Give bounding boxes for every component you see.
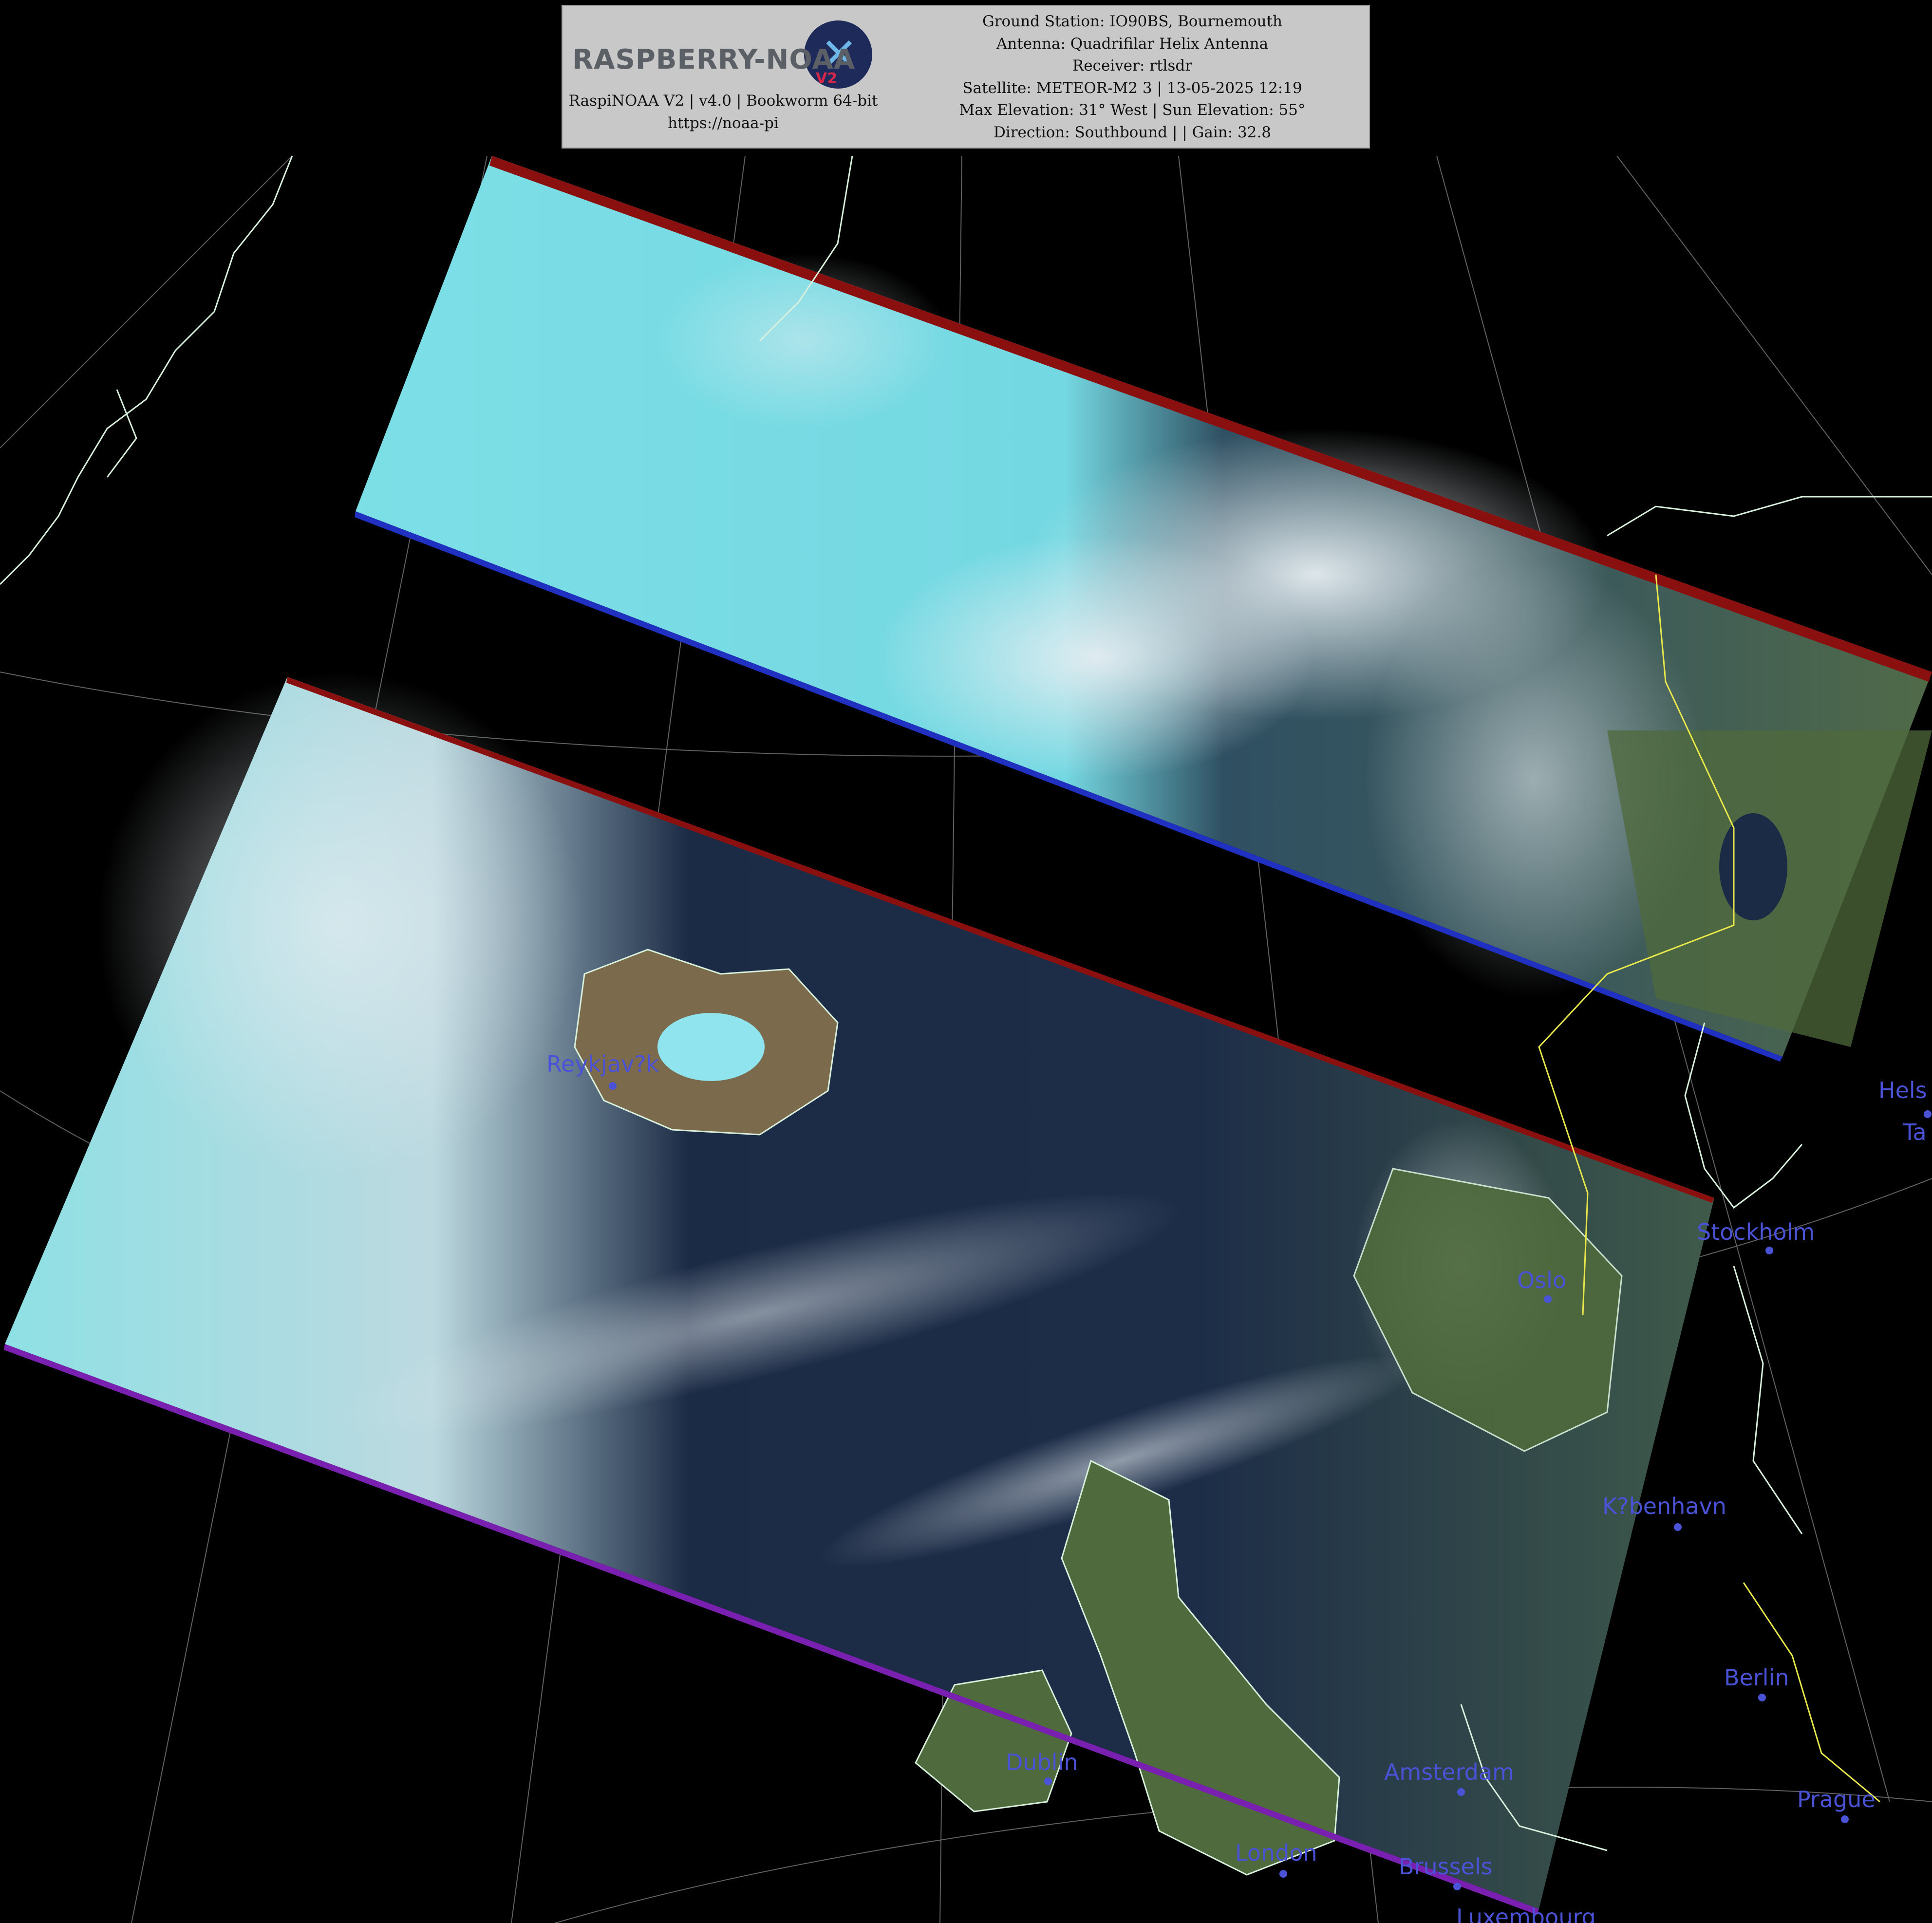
city-marker xyxy=(1841,1815,1849,1823)
receiver: Receiver: rtlsdr xyxy=(1072,57,1193,75)
city-marker xyxy=(1044,1777,1052,1785)
city-marker xyxy=(1758,1694,1766,1701)
city-label-dublin: Dublin xyxy=(1006,1749,1078,1775)
city-label-london: London xyxy=(1235,1840,1317,1866)
antenna: Antenna: Quadrifilar Helix Antenna xyxy=(996,35,1269,53)
city-marker xyxy=(1457,1788,1465,1796)
logo-text: RASPBERRY-NOAA xyxy=(572,44,856,75)
city-label-berlin: Berlin xyxy=(1724,1664,1789,1691)
city-marker xyxy=(1674,1523,1682,1531)
city-label-reykjavik: Reykjav?k xyxy=(546,1051,659,1077)
city-label-prague: Prague xyxy=(1797,1786,1876,1812)
info-banner: ✕ RASPBERRY-NOAA V2 RaspiNOAA V2 | v4.0 … xyxy=(562,5,1370,149)
software-version: RaspiNOAA V2 | v4.0 | Bookworm 64-bit xyxy=(568,92,878,110)
city-marker xyxy=(1765,1247,1773,1254)
pass-info: Ground Station: IO90BS, Bournemouth Ante… xyxy=(899,11,1366,144)
direction: Direction: Southbound | | Gain: 32.8 xyxy=(993,123,1272,141)
city-label-brussels: Brussels xyxy=(1399,1853,1493,1880)
ground-station: Ground Station: IO90BS, Bournemouth xyxy=(982,13,1283,30)
city-label-stockholm: Stockholm xyxy=(1697,1219,1815,1245)
city-marker xyxy=(1924,1110,1932,1118)
city-marker xyxy=(1544,1295,1552,1303)
software-url: https://noaa-pi xyxy=(668,114,779,132)
city-marker xyxy=(609,1082,617,1090)
city-marker xyxy=(1453,1883,1461,1890)
elevation: Max Elevation: 31° West | Sun Elevation:… xyxy=(959,101,1306,119)
logo: ✕ RASPBERRY-NOAA V2 xyxy=(567,16,872,89)
city-marker xyxy=(1279,1870,1287,1878)
city-label-helsinki: Hels xyxy=(1878,1077,1927,1103)
city-label-luxembourg: Luxembourg xyxy=(1456,1904,1596,1923)
satellite: Satellite: METEOR-M2 3 | 13-05-2025 12:1… xyxy=(962,79,1302,97)
software-info: RaspiNOAA V2 | v4.0 | Bookworm 64-bit ht… xyxy=(567,90,879,134)
city-label-oslo: Oslo xyxy=(1517,1267,1567,1293)
satellite-map: ✕ RASPBERRY-NOAA V2 RaspiNOAA V2 | v4.0 … xyxy=(0,5,1932,1923)
city-label-tallinn: Ta xyxy=(1903,1119,1927,1145)
city-label-copenhagen: K?benhavn xyxy=(1602,1493,1726,1519)
logo-version: V2 xyxy=(816,70,838,87)
city-label-amsterdam: Amsterdam xyxy=(1384,1759,1514,1785)
